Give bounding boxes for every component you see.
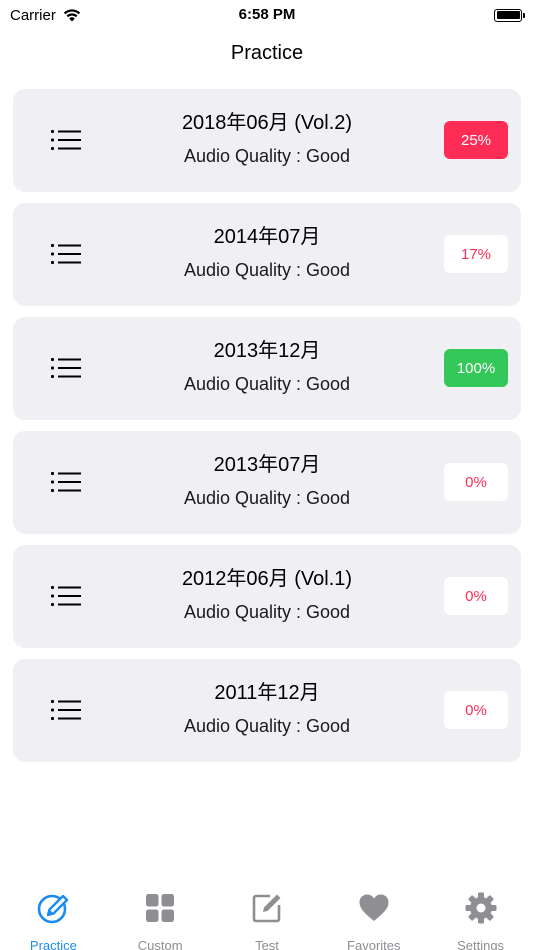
grid-icon [143, 891, 177, 930]
tab-label: Custom [137, 938, 183, 950]
status-left: Carrier [10, 7, 82, 24]
progress-badge: 0% [444, 691, 508, 729]
status-bar: Carrier [0, 0, 534, 30]
tab-label: Favorites [347, 938, 401, 950]
tab-label: Practice [29, 938, 77, 950]
tab-favorites[interactable]: Favorites [321, 891, 427, 950]
progress-badge: 0% [444, 577, 508, 615]
screen: Carrier 6:58 PM Practice 2018年06月 (Vol.2… [0, 0, 534, 950]
list-item[interactable]: 2012年06月 (Vol.1) Audio Quality : Good 0% [13, 545, 521, 648]
progress-badge: 17% [444, 235, 508, 273]
practice-list: 2018年06月 (Vol.2) Audio Quality : Good 25% 2… [13, 89, 521, 762]
tab-label: Test [255, 938, 279, 950]
pencil-circle-icon [36, 891, 70, 930]
progress-badge: 0% [444, 463, 508, 501]
carrier-label: Carrier [10, 6, 56, 24]
wifi-icon [63, 9, 81, 22]
list-item[interactable]: 2013年07月 Audio Quality : Good 0% [13, 431, 521, 534]
page-title: Practice [230, 42, 304, 64]
battery-icon [494, 8, 525, 22]
list-item[interactable]: 2018年06月 (Vol.2) Audio Quality : Good 25% [13, 89, 521, 192]
list-item[interactable]: 2013年12月 Audio Quality : Good 100% [13, 317, 521, 420]
gear-icon [464, 891, 498, 930]
list-item[interactable]: 2011年12月 Audio Quality : Good 0% [13, 659, 521, 762]
tab-bar: Practice Custom Test Favorites Settings [0, 883, 534, 950]
edit-square-icon [250, 891, 284, 930]
tab-test[interactable]: Test [214, 891, 320, 950]
list-item[interactable]: 2014年07月 Audio Quality : Good 17% [13, 203, 521, 306]
tab-settings[interactable]: Settings [428, 891, 534, 950]
heart-icon [357, 891, 391, 930]
tab-label: Settings [457, 938, 505, 950]
progress-badge: 25% [444, 121, 508, 159]
tab-practice[interactable]: Practice [0, 891, 106, 950]
progress-badge: 100% [444, 349, 508, 387]
tab-custom[interactable]: Custom [107, 891, 213, 950]
